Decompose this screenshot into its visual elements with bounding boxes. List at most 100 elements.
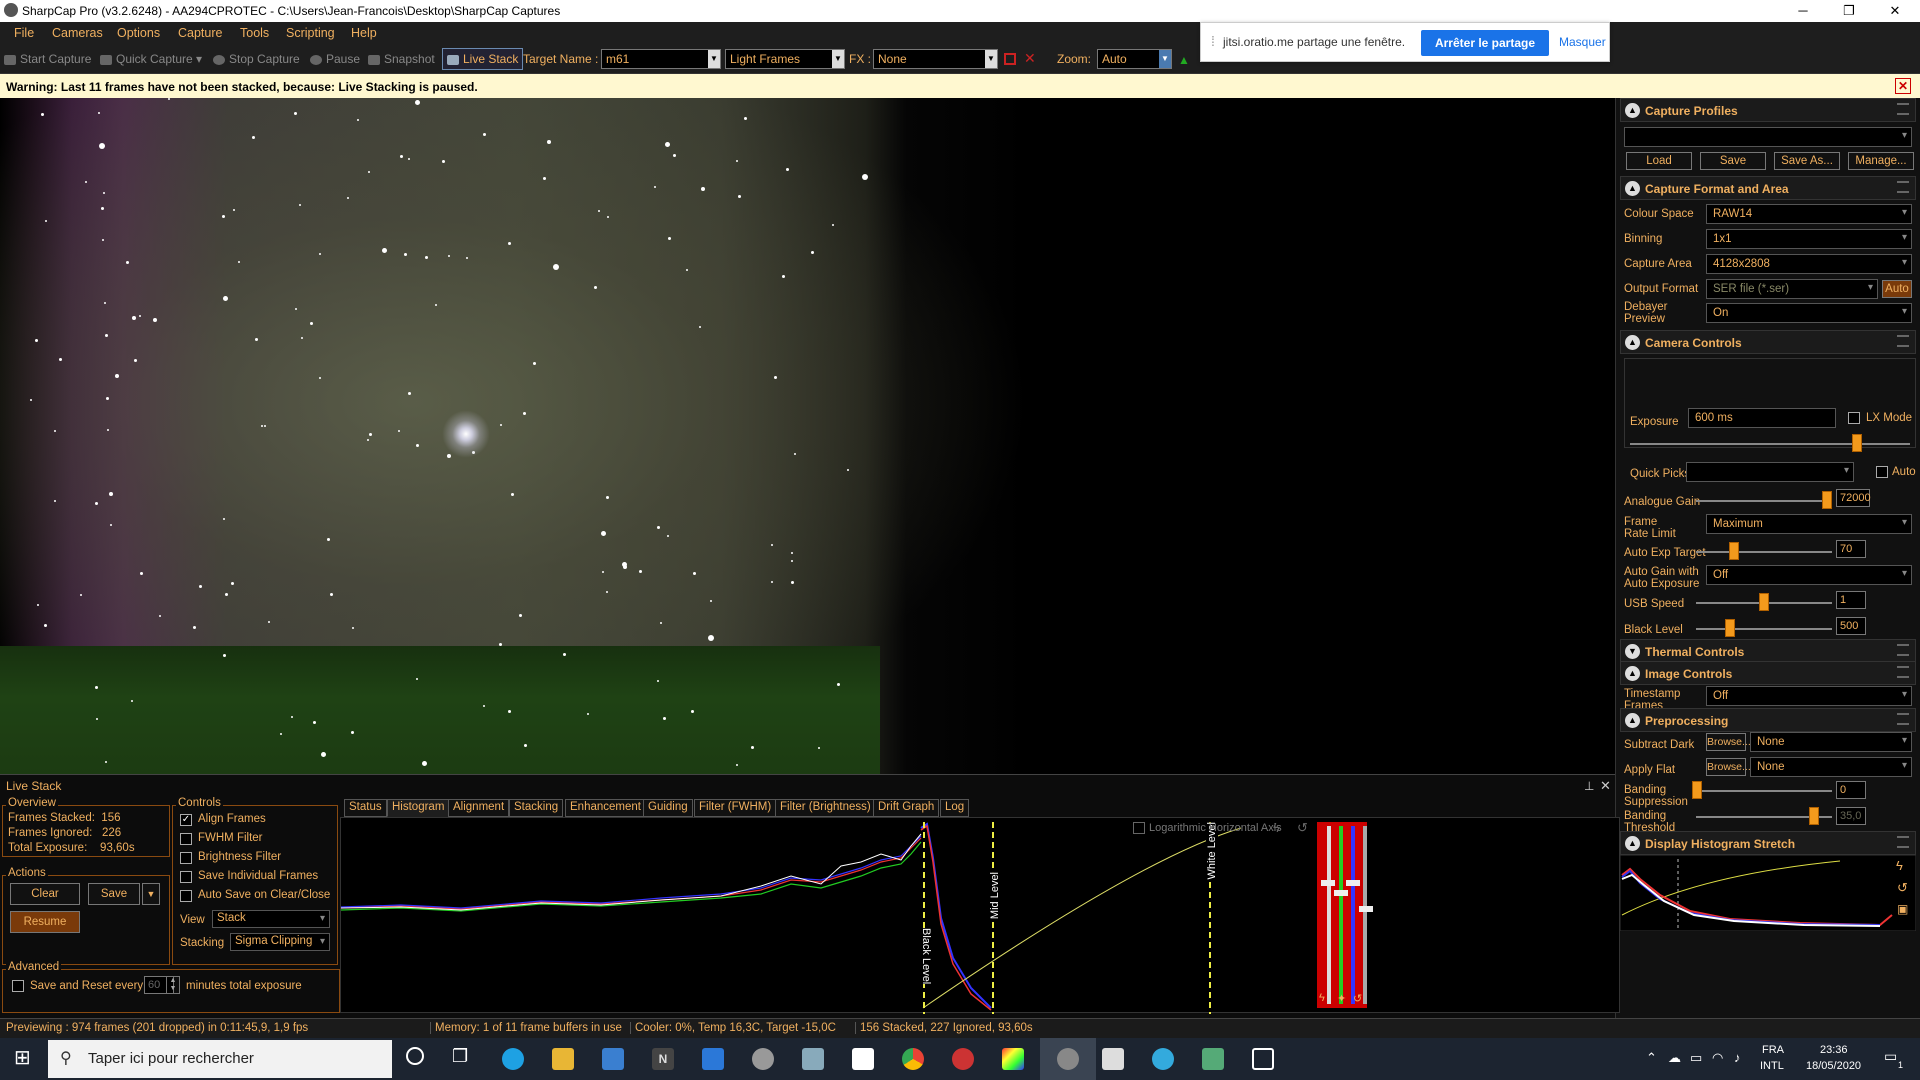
exposure-slider[interactable] xyxy=(1630,443,1910,445)
banding-threshold-value[interactable]: 35,0 xyxy=(1836,807,1866,825)
tab-enhancement[interactable]: Enhancement xyxy=(565,799,646,817)
section-preprocessing[interactable]: ▲ Preprocessing xyxy=(1620,708,1916,732)
windows-start-icon[interactable]: ⊞ xyxy=(14,1048,31,1068)
subtract-dark-browse-button[interactable]: Browse... xyxy=(1706,733,1751,751)
close-button[interactable]: ✕ xyxy=(1872,0,1918,22)
analogue-gain-value[interactable]: 72000 xyxy=(1836,489,1871,507)
minutes-spinner-icon[interactable]: ▲ ▼ xyxy=(166,976,180,994)
drag-handle-icon[interactable]: ⁞ xyxy=(1211,33,1215,49)
lightning-icon[interactable]: ϟ xyxy=(1896,858,1903,873)
pause-button[interactable]: Pause xyxy=(310,52,360,66)
tab-filter-brightness[interactable]: Filter (Brightness) xyxy=(775,799,876,817)
save-icon[interactable]: ▣ xyxy=(1897,902,1908,916)
pin-icon[interactable]: ⊥ xyxy=(1584,779,1594,793)
save-dropdown-icon[interactable]: ▼ xyxy=(142,883,160,905)
resume-button[interactable]: Resume xyxy=(10,911,80,933)
frame-type-select[interactable]: Light Frames ▼ xyxy=(725,49,845,69)
profile-save-button[interactable]: Save xyxy=(1700,152,1766,170)
section-thermal-controls[interactable]: ▼ Thermal Controls xyxy=(1620,639,1916,663)
volume-icon[interactable]: ♪ xyxy=(1734,1050,1741,1065)
app-icon[interactable] xyxy=(802,1048,824,1070)
menu-icon[interactable] xyxy=(1897,713,1909,725)
auto-exp-target-thumb[interactable] xyxy=(1729,542,1739,560)
lang-intl[interactable]: INTL xyxy=(1760,1060,1784,1072)
auto-stretch-icon[interactable]: ϟ xyxy=(1319,992,1325,1004)
stacking-select[interactable]: Sigma Clipping ▾ xyxy=(230,933,330,951)
analogue-gain-slider[interactable] xyxy=(1696,500,1832,502)
lum-level-track[interactable] xyxy=(1363,826,1367,1004)
section-camera-controls[interactable]: ▲ Camera Controls xyxy=(1620,330,1916,354)
section-image-controls[interactable]: ▲ Image Controls xyxy=(1620,661,1916,685)
taskbar-search[interactable]: ⚲ Taper ici pour rechercher xyxy=(48,1040,392,1078)
tab-status[interactable]: Status xyxy=(344,799,387,817)
menu-icon[interactable] xyxy=(1897,644,1909,656)
menu-capture[interactable]: Capture xyxy=(178,26,222,40)
lightning-icon[interactable]: ϟ xyxy=(1273,820,1280,835)
save-individual-checkbox[interactable] xyxy=(180,871,192,883)
zoom-select[interactable]: Auto ▼ xyxy=(1097,49,1172,69)
notification-icon[interactable]: ▭ xyxy=(1884,1048,1897,1065)
view-select[interactable]: Stack ▾ xyxy=(212,910,330,928)
hide-link[interactable]: Masquer xyxy=(1559,35,1606,49)
target-name-input[interactable]: m61 ▼ xyxy=(601,49,721,69)
tab-drift-graph[interactable]: Drift Graph xyxy=(873,799,940,817)
blue-level-thumb[interactable] xyxy=(1346,880,1360,886)
menu-file[interactable]: File xyxy=(14,26,34,40)
cortana-icon[interactable] xyxy=(406,1047,424,1065)
auto-gain-select[interactable]: Off ▾ xyxy=(1706,565,1912,585)
file-explorer-icon[interactable] xyxy=(552,1048,574,1070)
tray-chevron-icon[interactable]: ⌃ xyxy=(1646,1050,1657,1066)
output-format-select[interactable]: SER file (*.ser) ▾ xyxy=(1706,279,1878,299)
wifi-icon[interactable]: ◠ xyxy=(1712,1050,1723,1066)
reset-levels-icon[interactable]: ↺ xyxy=(1353,992,1362,1005)
section-capture-format[interactable]: ▲ Capture Format and Area xyxy=(1620,176,1916,200)
stretch-histogram-graph[interactable] xyxy=(1620,855,1916,931)
app-icon[interactable] xyxy=(1252,1048,1274,1070)
green-level-thumb[interactable] xyxy=(1334,890,1348,896)
capture-area-select[interactable]: 4128x2808 ▾ xyxy=(1706,254,1912,274)
red-level-thumb[interactable] xyxy=(1321,880,1335,886)
auto-save-checkbox[interactable] xyxy=(180,890,192,902)
auto-exp-target-slider[interactable] xyxy=(1696,551,1832,553)
histogram-icon[interactable]: ▲ xyxy=(1178,53,1190,67)
black-level-thumb[interactable] xyxy=(1725,619,1735,637)
subtract-dark-select[interactable]: None ▾ xyxy=(1750,732,1912,752)
exposure-auto-checkbox[interactable] xyxy=(1876,466,1888,478)
minimize-button[interactable]: ─ xyxy=(1780,0,1826,22)
clock-time[interactable]: 23:36 xyxy=(1820,1044,1848,1056)
logarithmic-checkbox[interactable] xyxy=(1133,822,1145,834)
menu-icon[interactable] xyxy=(1897,181,1909,193)
black-level-slider[interactable] xyxy=(1696,628,1832,630)
chrome-icon[interactable] xyxy=(902,1048,924,1070)
quick-capture-button[interactable]: Quick Capture ▾ xyxy=(100,52,202,66)
fwhm-filter-checkbox[interactable] xyxy=(180,833,192,845)
profile-select[interactable]: ▾ xyxy=(1624,127,1912,147)
live-stack-button[interactable]: Live Stack xyxy=(442,48,524,70)
edge-icon[interactable] xyxy=(502,1048,524,1070)
analogue-gain-thumb[interactable] xyxy=(1822,491,1832,509)
stop-sharing-button[interactable]: Arrêter le partage xyxy=(1421,30,1549,56)
close-panel-icon[interactable]: ✕ xyxy=(1600,778,1611,794)
save-stack-button[interactable]: Save xyxy=(88,883,140,905)
section-histogram-stretch[interactable]: ▲ Display Histogram Stretch xyxy=(1620,831,1916,855)
banding-suppression-slider[interactable] xyxy=(1696,790,1832,792)
banding-suppression-value[interactable]: 0 xyxy=(1836,781,1866,799)
record-square-icon[interactable] xyxy=(1004,53,1016,65)
quick-picks-select[interactable]: ▾ xyxy=(1686,462,1854,482)
usb-speed-thumb[interactable] xyxy=(1759,593,1769,611)
timestamp-select[interactable]: Off ▾ xyxy=(1706,686,1912,706)
image-viewport[interactable] xyxy=(0,98,1615,774)
menu-options[interactable]: Options xyxy=(117,26,160,40)
green-level-track[interactable] xyxy=(1339,826,1343,1004)
clear-button[interactable]: Clear xyxy=(10,883,80,905)
menu-icon[interactable] xyxy=(1897,103,1909,115)
crosshair-icon[interactable]: ✕ xyxy=(1024,50,1036,67)
app-icon[interactable] xyxy=(1152,1048,1174,1070)
clock-date[interactable]: 18/05/2020 xyxy=(1806,1060,1861,1072)
menu-icon[interactable] xyxy=(1897,836,1909,848)
menu-icon[interactable] xyxy=(1897,335,1909,347)
tab-alignment[interactable]: Alignment xyxy=(448,799,510,817)
section-capture-profiles[interactable]: ▲ Capture Profiles xyxy=(1620,98,1916,122)
tab-histogram[interactable]: Histogram xyxy=(387,799,450,817)
app-icon[interactable] xyxy=(952,1048,974,1070)
